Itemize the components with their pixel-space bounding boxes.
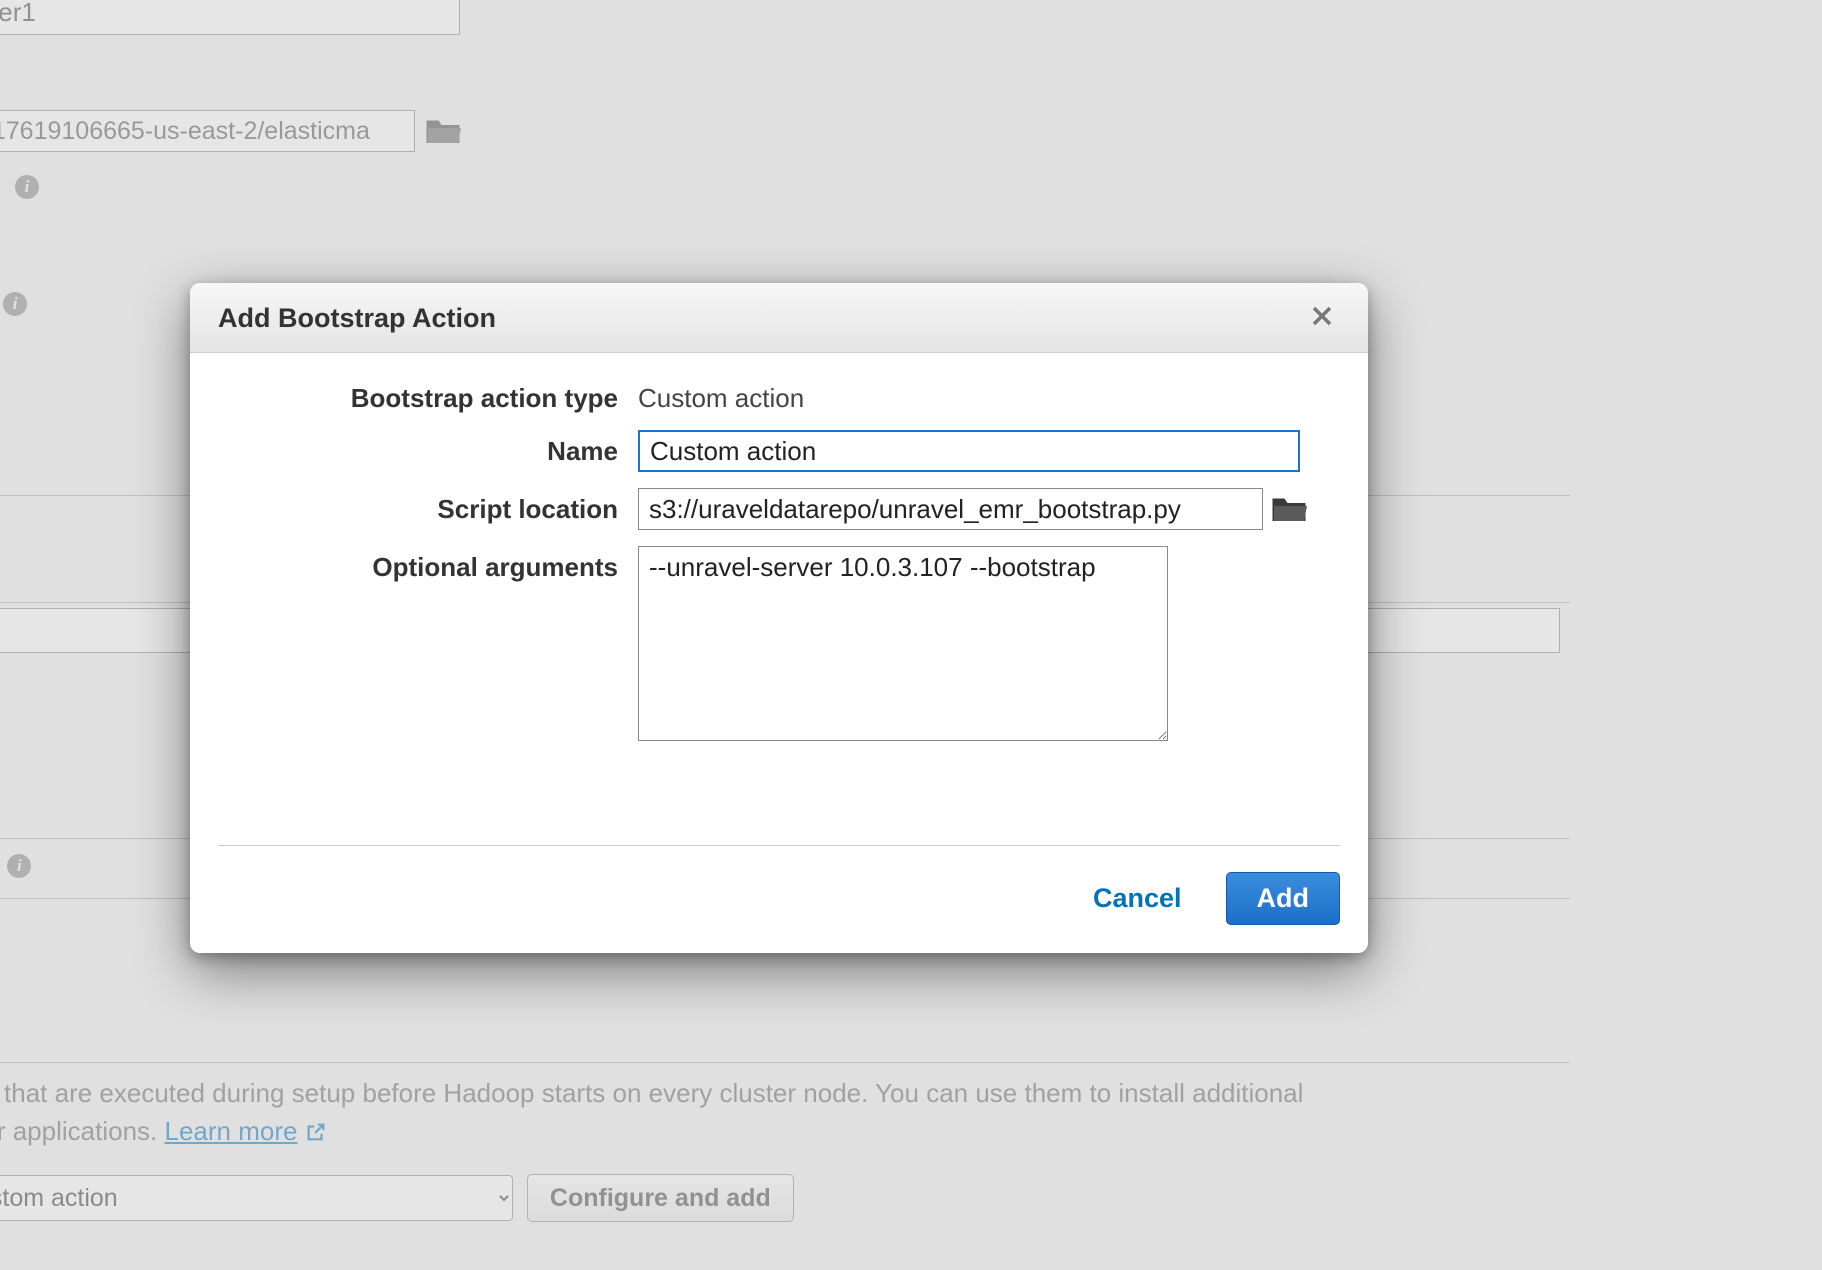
name-label: Name (218, 430, 618, 467)
bootstrap-description: e scripts that are executed during setup… (0, 1075, 1550, 1153)
script-location-input[interactable] (638, 488, 1263, 530)
close-icon[interactable] (1310, 304, 1340, 334)
dialog-body: Bootstrap action type Custom action Name… (190, 353, 1368, 831)
add-bootstrap-action-dialog: Add Bootstrap Action Bootstrap action ty… (190, 283, 1368, 953)
learn-more-link[interactable]: Learn more (164, 1116, 297, 1146)
folder-icon[interactable] (1271, 494, 1307, 524)
bootstrap-action-type-select[interactable]: Custom action (0, 1175, 513, 1221)
arguments-row: Optional arguments (218, 546, 1340, 741)
cluster-name-input[interactable] (0, 0, 460, 35)
configure-and-add-button[interactable]: Configure and add (527, 1174, 794, 1222)
cancel-button[interactable]: Cancel (1093, 883, 1182, 914)
info-icon[interactable]: i (15, 175, 39, 199)
info-icon[interactable]: i (7, 854, 31, 878)
script-label: Script location (218, 488, 618, 525)
arguments-label: Optional arguments (218, 546, 618, 583)
type-row: Bootstrap action type Custom action (218, 377, 1340, 414)
termination-protection-label: otection i (0, 288, 27, 319)
info-icon[interactable]: i (3, 292, 27, 316)
script-row: Script location (218, 488, 1340, 530)
logs-path-input[interactable] (0, 110, 415, 152)
external-link-icon (305, 1116, 327, 1154)
add-button[interactable]: Add (1226, 872, 1340, 925)
options-heading: otions (0, 780, 1, 823)
logs-row (0, 110, 461, 152)
consistent-view-label: ent view i (0, 850, 31, 881)
name-row: Name (218, 430, 1340, 472)
name-input[interactable] (638, 430, 1300, 472)
type-value: Custom action (638, 377, 804, 414)
optional-arguments-textarea[interactable] (638, 546, 1168, 741)
dialog-header: Add Bootstrap Action (190, 283, 1368, 353)
type-label: Bootstrap action type (218, 377, 618, 414)
folder-icon[interactable] (425, 116, 461, 146)
add-bootstrap-row: on Custom action Configure and add (0, 1174, 794, 1222)
dialog-title: Add Bootstrap Action (218, 303, 496, 334)
dialog-footer: Cancel Add (190, 846, 1368, 953)
